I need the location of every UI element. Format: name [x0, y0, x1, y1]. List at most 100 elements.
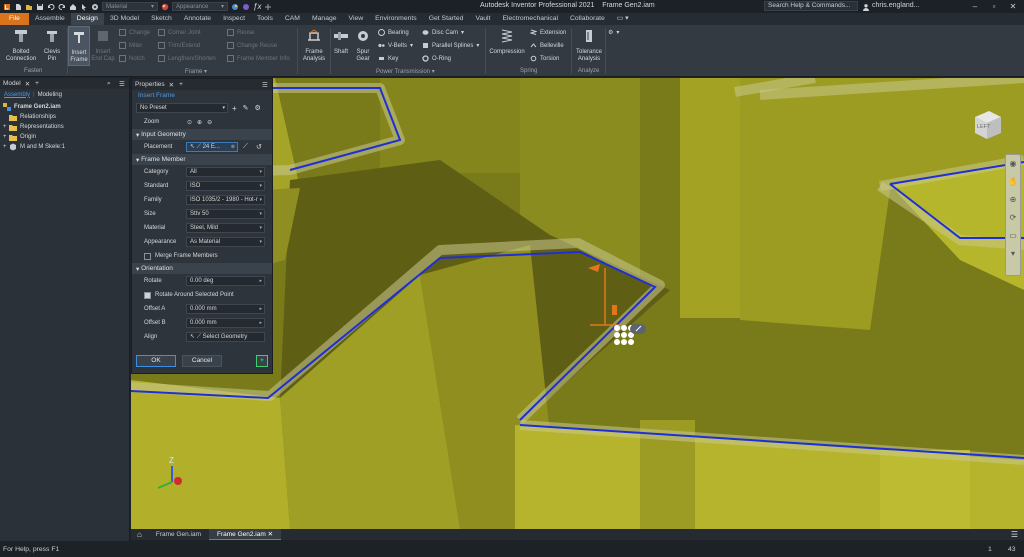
help-search-input[interactable]: Search Help & Commands...: [764, 1, 858, 11]
app-logo-icon[interactable]: [3, 3, 11, 11]
snap-point[interactable]: [621, 325, 627, 331]
tab-file[interactable]: File: [0, 13, 29, 25]
undo-icon[interactable]: [47, 3, 55, 11]
tab-assembly[interactable]: Assembly: [4, 92, 30, 98]
merge-checkbox[interactable]: [144, 252, 151, 260]
tab-electromechanical[interactable]: Electromechanical: [496, 13, 564, 25]
tab-design[interactable]: Design: [70, 13, 104, 25]
home-icon[interactable]: [69, 3, 77, 11]
tab-sketch[interactable]: Sketch: [145, 13, 178, 25]
snap-point[interactable]: [614, 339, 620, 345]
disc-cam-button[interactable]: Disc Cam ▾: [422, 29, 464, 36]
lengthen-shorten-button[interactable]: Lengthen/Shorten: [158, 55, 216, 62]
ribbon-display-toggle[interactable]: ▭ ▾: [611, 13, 635, 25]
shaft-button[interactable]: Shaft: [332, 28, 350, 56]
tab-3d-model[interactable]: 3D Model: [104, 13, 145, 25]
snap-point[interactable]: [621, 332, 627, 338]
insert-end-cap-button[interactable]: Insert End Cap: [91, 28, 115, 63]
doc-tab-frame-gen[interactable]: Frame Gen.iam: [148, 529, 209, 540]
orbit-icon[interactable]: ⟳: [1006, 209, 1020, 227]
edit-preset-icon[interactable]: ✎: [243, 104, 249, 112]
reuse-button[interactable]: Reuse: [227, 29, 254, 36]
change-reuse-button[interactable]: Change Reuse: [227, 42, 277, 49]
clevis-pin-button[interactable]: Clevis Pin: [40, 28, 64, 63]
close-icon[interactable]: ✕: [1004, 0, 1022, 13]
align-selector[interactable]: ↖ ⟋ Select Geometry: [186, 332, 265, 342]
clear-appearance-icon[interactable]: [242, 3, 250, 11]
tab-tools[interactable]: Tools: [251, 13, 279, 25]
menu-icon[interactable]: ☰: [119, 80, 125, 88]
appearance-field-dropdown[interactable]: As Material ▾: [186, 237, 265, 247]
standard-dropdown[interactable]: ISO ▾: [186, 181, 265, 191]
corner-joint-button[interactable]: Corner Joint: [158, 29, 201, 36]
v-belts-button[interactable]: V-Belts ▾: [378, 42, 413, 49]
minimize-icon[interactable]: –: [966, 0, 984, 13]
bearing-button[interactable]: Bearing: [378, 29, 409, 36]
orientation-section[interactable]: ▾ Orientation: [132, 263, 272, 274]
cancel-circle-icon[interactable]: [91, 3, 99, 11]
snap-point[interactable]: [628, 339, 634, 345]
qa-customize-icon[interactable]: [264, 3, 272, 11]
o-ring-button[interactable]: O-Ring: [422, 55, 451, 62]
snap-point[interactable]: [621, 339, 627, 345]
tab-list-icon[interactable]: ☰: [1011, 530, 1024, 539]
new-file-icon[interactable]: [14, 3, 22, 11]
zoom-in-icon[interactable]: ⊕: [197, 119, 202, 126]
nav-options-icon[interactable]: ▾: [1006, 245, 1020, 263]
tab-annotate[interactable]: Annotate: [178, 13, 217, 25]
search-icon[interactable]: ⌕: [107, 80, 111, 88]
rotate-input[interactable]: 0.00 deg ▸: [186, 276, 265, 286]
preset-dropdown[interactable]: No Preset ▾: [136, 103, 228, 113]
key-button[interactable]: Key: [378, 55, 398, 62]
save-icon[interactable]: [36, 3, 44, 11]
doc-tab-frame-gen2[interactable]: Frame Gen2.iam ✕: [209, 529, 282, 540]
tab-environments[interactable]: Environments: [369, 13, 423, 25]
pan-icon[interactable]: ✋: [1006, 173, 1020, 191]
input-geometry-section[interactable]: ▾ Input Geometry: [132, 129, 272, 140]
adjust-appearance-icon[interactable]: [231, 3, 239, 11]
placement-selector[interactable]: ↖ ⟋ 24 E... ⊗: [186, 142, 238, 152]
close-icon[interactable]: ✕: [169, 81, 174, 89]
add-preset-icon[interactable]: +: [232, 104, 237, 113]
tab-get-started[interactable]: Get Started: [423, 13, 470, 25]
close-icon[interactable]: ✕: [268, 531, 273, 538]
frame-member-section[interactable]: ▾ Frame Member: [132, 154, 272, 165]
select-arrow-icon[interactable]: [80, 3, 88, 11]
cancel-button[interactable]: Cancel: [182, 355, 222, 367]
miter-button[interactable]: Miter: [119, 42, 142, 49]
change-button[interactable]: Change: [119, 29, 150, 36]
parallel-splines-button[interactable]: Parallel Splines ▾: [422, 42, 479, 49]
add-tab-icon[interactable]: +: [179, 81, 183, 88]
appearance-dropdown[interactable]: Appearance ▾: [172, 2, 228, 11]
tab-vault[interactable]: Vault: [469, 13, 496, 25]
material-dropdown[interactable]: Material ▾: [102, 2, 158, 11]
belleville-spring-button[interactable]: Belleville: [530, 42, 564, 49]
torsion-spring-button[interactable]: Torsion: [530, 55, 559, 62]
viewcube[interactable]: LEFT: [971, 108, 1005, 142]
steering-wheel-icon[interactable]: ◉: [1006, 155, 1020, 173]
menu-icon[interactable]: ☰: [262, 81, 268, 89]
zoom-icon[interactable]: ⊕: [1006, 191, 1020, 209]
gear-icon[interactable]: ⚙: [255, 104, 261, 112]
insert-frame-button[interactable]: Insert Frame: [68, 26, 90, 66]
frame-member-info-button[interactable]: Frame Member Info: [227, 55, 290, 62]
ok-button[interactable]: OK: [136, 355, 176, 367]
bolted-connection-button[interactable]: Bolted Connection: [4, 28, 38, 63]
user-icon[interactable]: [862, 3, 870, 11]
tree-root[interactable]: Frame Gen2.iam: [3, 102, 129, 112]
maximize-icon[interactable]: ▫: [985, 0, 1003, 13]
rotate-around-checkbox[interactable]: [144, 291, 151, 299]
open-folder-icon[interactable]: [25, 3, 33, 11]
extension-spring-button[interactable]: Extension: [530, 29, 566, 36]
frame-analysis-button[interactable]: Frame Analysis: [300, 28, 328, 63]
family-dropdown[interactable]: ISO 1035/2 - 1980 - Hot-r ▾: [186, 195, 265, 205]
size-dropdown[interactable]: Sttv 50 ▾: [186, 209, 265, 219]
trim-extend-button[interactable]: Trim/Extend: [158, 42, 200, 49]
home-icon[interactable]: ⌂: [131, 530, 148, 539]
clear-selection-icon[interactable]: ⊗: [231, 143, 235, 151]
close-icon[interactable]: ✕: [25, 80, 30, 88]
compression-spring-button[interactable]: Compression: [488, 28, 526, 56]
apply-plus-button[interactable]: +: [256, 355, 268, 367]
line-select-icon[interactable]: ⟋: [243, 143, 248, 151]
ribbon-extras-button[interactable]: ⚙ ▾: [608, 29, 619, 36]
